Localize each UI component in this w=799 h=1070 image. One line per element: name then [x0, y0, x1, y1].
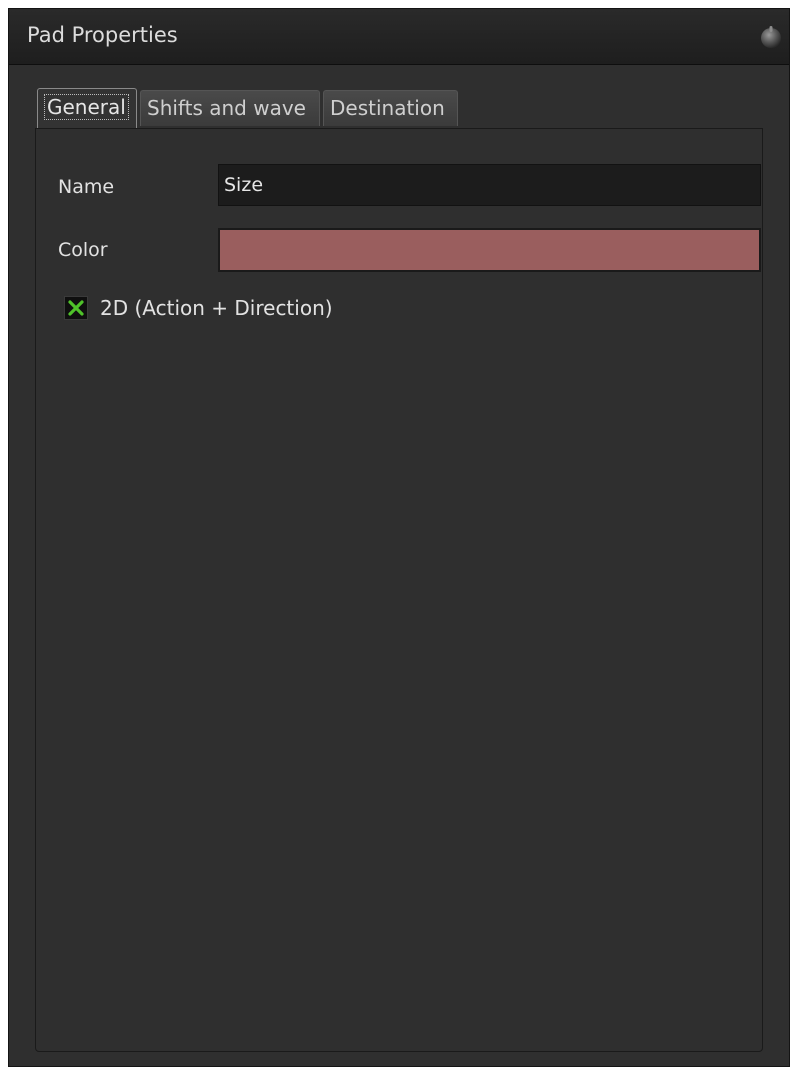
x-mark-icon [68, 300, 84, 316]
name-input[interactable] [218, 164, 761, 206]
name-label: Name [58, 176, 115, 198]
pad-properties-panel: Pad Properties General Shifts and wave D… [8, 8, 790, 1067]
color-label: Color [58, 239, 108, 261]
tab-strip: General Shifts and wave Destination [37, 88, 777, 128]
2d-checkbox[interactable] [64, 296, 88, 320]
panel-title: Pad Properties [27, 23, 178, 47]
tab-destination[interactable]: Destination [323, 90, 458, 126]
general-tab-content: Name Color 2D (Action + Direction) [35, 128, 763, 1052]
title-bar: Pad Properties [9, 9, 789, 65]
tab-general[interactable]: General [37, 88, 137, 128]
tab-general-label: General [44, 94, 129, 120]
color-swatch[interactable] [218, 228, 761, 272]
tab-shifts-and-wave[interactable]: Shifts and wave [140, 90, 320, 126]
2d-checkbox-label: 2D (Action + Direction) [100, 296, 333, 320]
round-knob-icon[interactable] [759, 25, 783, 49]
